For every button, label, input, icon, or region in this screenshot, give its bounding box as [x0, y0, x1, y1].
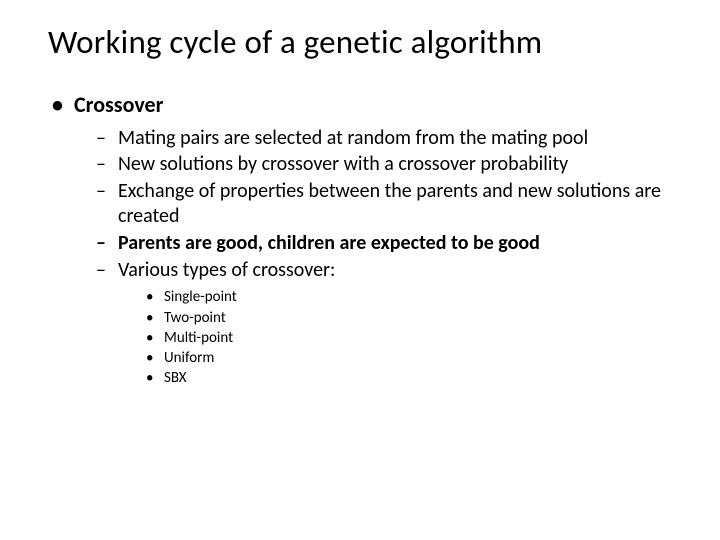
- item-text: New solutions by crossover with a crosso…: [118, 152, 568, 176]
- bullet-list-level2: Mating pairs are selected at random from…: [74, 126, 678, 389]
- list-item: New solutions by crossover with a crosso…: [96, 152, 678, 178]
- list-item: Various types of crossover: Single-point…: [96, 258, 678, 389]
- slide: Working cycle of a genetic algorithm Cro…: [0, 0, 720, 389]
- item-text: Various types of crossover:: [118, 258, 335, 282]
- bullet-list-level3: Single-point Two-point Multi-point Unifo…: [118, 287, 678, 388]
- list-item: Parents are good, children are expected …: [96, 231, 678, 257]
- bullet-crossover: Crossover Mating pairs are selected at r…: [52, 90, 678, 389]
- list-item: Single-point: [146, 287, 678, 307]
- item-text: Uniform: [164, 349, 214, 367]
- item-text: Single-point: [164, 288, 237, 306]
- list-item: Exchange of properties between the paren…: [96, 179, 678, 230]
- list-item: Mating pairs are selected at random from…: [96, 126, 678, 152]
- item-text: SBX: [164, 369, 187, 387]
- bullet-list-level1: Crossover Mating pairs are selected at r…: [42, 90, 678, 389]
- bullet-label: Crossover: [74, 91, 163, 118]
- item-text: Mating pairs are selected at random from…: [118, 126, 588, 150]
- list-item: SBX: [146, 368, 678, 388]
- list-item: Uniform: [146, 348, 678, 368]
- item-text: Two-point: [164, 309, 226, 327]
- item-text: Multi-point: [164, 329, 233, 347]
- list-item: Two-point: [146, 308, 678, 328]
- item-text: Exchange of properties between the paren…: [118, 179, 661, 229]
- item-text: Parents are good, children are expected …: [118, 231, 540, 255]
- slide-title: Working cycle of a genetic algorithm: [48, 22, 678, 62]
- list-item: Multi-point: [146, 328, 678, 348]
